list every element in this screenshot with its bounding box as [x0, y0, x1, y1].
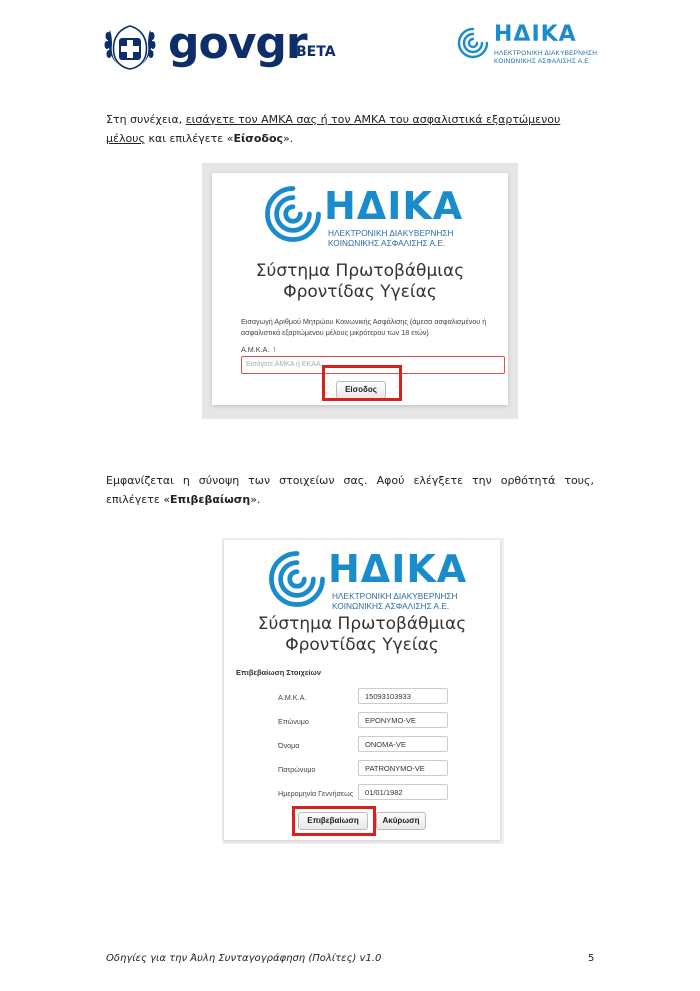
row-value-father-name: PATRONYMO-VE: [358, 760, 448, 776]
idika-swirl-icon: [265, 186, 321, 242]
cancel-button[interactable]: Ακύρωση: [376, 812, 426, 830]
idika-subtitle-line2: ΚΟΙΝΩΝΙΚΗΣ ΑΣΦΑΛΙΣΗΣ Α.Ε.: [328, 238, 446, 248]
login-screenshot: ΗΔΙΚΑ ΗΛΕΚΤΡΟΝΙΚΗ ΔΙΑΚΥΒΕΡΝΗΣΗ ΚΟΙΝΩΝΙΚΗ…: [202, 163, 518, 419]
required-mark: !: [273, 345, 276, 354]
para1-suffix: ».: [283, 132, 294, 145]
amka-label: Α.Μ.Κ.Α.!: [241, 345, 276, 354]
beta-badge: BETA: [296, 44, 336, 60]
amka-instructions: Εισαγωγή Αριθμού Μητρώου Κοινωνικής Ασφά…: [241, 317, 487, 337]
idika-swirl-icon: [269, 551, 325, 607]
footer-title: Οδηγίες για την Άυλη Συνταγογράφηση (Πολ…: [106, 953, 382, 964]
idika-wordmark: ΗΔΙΚΑ: [494, 22, 577, 47]
page-number: 5: [588, 953, 595, 964]
row-value-surname: EPONYMO-VE: [358, 712, 448, 728]
row-label-father-name: Πατρώνυμο: [278, 765, 316, 774]
para1-bold: Είσοδος: [233, 132, 284, 145]
row-label-name: Όνομα: [278, 741, 300, 750]
login-idika-logo: ΗΔΙΚΑ ΗΛΕΚΤΡΟΝΙΚΗ ΔΙΑΚΥΒΕΡΝΗΣΗ ΚΟΙΝΩΝΙΚΗ…: [262, 181, 482, 253]
para1-prefix: Στη συνέχεια,: [106, 113, 186, 126]
idika-subtitle-line2: ΚΟΙΝΩΝΙΚΗΣ ΑΣΦΑΛΙΣΗΣ Α.Ε.: [332, 601, 450, 611]
row-label-birthdate: Ημερομηνία Γεννήσεως: [278, 789, 354, 798]
row-label-surname: Επώνυμο: [278, 717, 309, 726]
idika-wordmark: ΗΔΙΚΑ: [328, 547, 468, 591]
system-title-line1: Σύστημα Πρωτοβάθμιας: [257, 614, 467, 634]
para2-suffix: ».: [250, 493, 261, 506]
confirmation-screenshot: ΗΔΙΚΑ ΗΛΕΚΤΡΟΝΙΚΗ ΔΙΑΚΥΒΕΡΝΗΣΗ ΚΟΙΝΩΝΙΚΗ…: [222, 538, 504, 844]
system-title-line2: Φροντίδας Υγείας: [285, 635, 439, 655]
highlight-confirm-button: [292, 806, 376, 836]
row-value-name: ONOMA-VE: [358, 736, 448, 752]
system-title-line1: Σύστημα Πρωτοβάθμιας: [255, 261, 465, 281]
confirmation-card: ΗΔΙΚΑ ΗΛΕΚΤΡΟΝΙΚΗ ΔΙΑΚΥΒΕΡΝΗΣΗ ΚΟΙΝΩΝΙΚΗ…: [224, 540, 500, 840]
system-title-line2: Φροντίδας Υγείας: [283, 282, 437, 302]
instruction-paragraph-1: Στη συνέχεια, εισάγετε τον ΑΜΚΑ σας ή το…: [106, 110, 594, 148]
para1-middle: και επιλέγετε «: [145, 132, 234, 145]
idika-swirl-icon: [457, 27, 489, 59]
highlight-login-button: [322, 365, 402, 401]
row-value-birthdate: 01/01/1982: [358, 784, 448, 800]
idika-subtitle-line1: ΗΛΕΚΤΡΟΝΙΚΗ ΔΙΑΚΥΒΕΡΝΗΣΗ: [494, 50, 598, 57]
row-label-amka: Α.Μ.Κ.Α.: [278, 693, 307, 702]
para2-bold: Επιβεβαίωση: [170, 493, 251, 506]
idika-wordmark: ΗΔΙΚΑ: [324, 184, 464, 228]
row-value-amka: 15093103933: [358, 688, 448, 704]
greek-coat-of-arms-icon: [104, 25, 156, 70]
confirmation-section-title: Επιβεβαίωση Στοιχείων: [236, 668, 322, 677]
govgr-logo: govgr: [168, 18, 308, 69]
instruction-paragraph-2: Εμφανίζεται η σύνοψη των στοιχείων σας. …: [106, 471, 594, 509]
page-header: govgr BETA ΗΔΙΚΑ ΗΛΕΚΤΡΟΝΙΚΗ ΔΙΑΚΥΒΕΡΝΗΣ…: [0, 18, 700, 78]
idika-header-logo: ΗΔΙΚΑ ΗΛΕΚΤΡΟΝΙΚΗ ΔΙΑΚΥΒΕΡΝΗΣΗ ΚΟΙΝΩΝΙΚΗ…: [456, 22, 598, 74]
confirmation-idika-logo: ΗΔΙΚΑ ΗΛΕΚΤΡΟΝΙΚΗ ΔΙΑΚΥΒΕΡΝΗΣΗ ΚΟΙΝΩΝΙΚΗ…: [266, 546, 486, 618]
idika-subtitle-line2: ΚΟΙΝΩΝΙΚΗΣ ΑΣΦΑΛΙΣΗΣ Α.Ε.: [494, 58, 591, 65]
